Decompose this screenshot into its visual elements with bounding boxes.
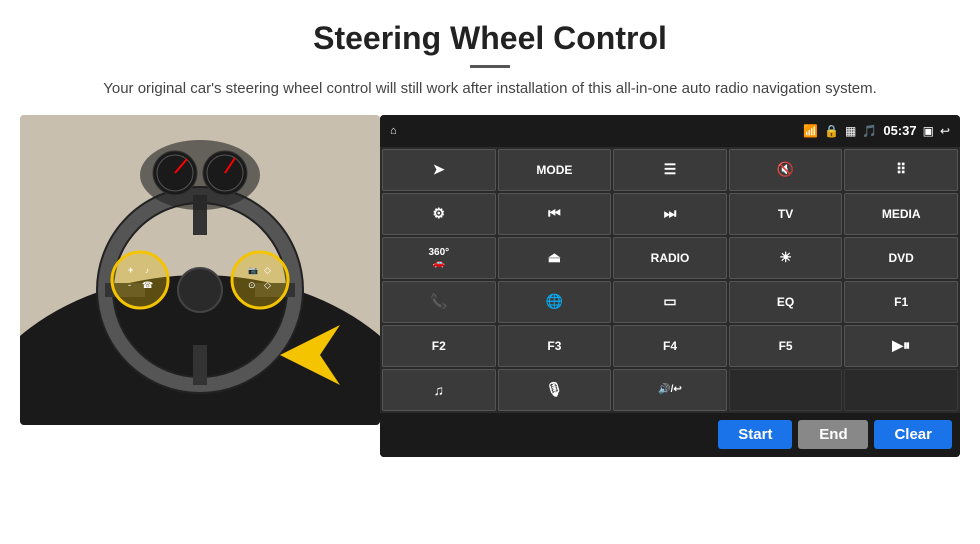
end-button[interactable]: End <box>798 420 868 449</box>
car-image: + ♪ - ☎ 📷 ◇ ⊙ ◇ <box>20 115 380 425</box>
status-left: ⌂ <box>390 125 397 137</box>
svg-text:☎: ☎ <box>142 280 153 290</box>
btn-browser[interactable]: 🌐 <box>498 281 612 323</box>
sim-icon: ▦ <box>845 124 856 138</box>
btn-navigate[interactable]: ➤ <box>382 149 496 191</box>
wifi-icon: 📶 <box>803 124 818 138</box>
btn-f3[interactable]: F3 <box>498 325 612 367</box>
btn-apps[interactable]: ⠿ <box>844 149 958 191</box>
radio-panel: ⌂ 📶 🔒 ▦ 🎵 05:37 ▣ ↩ ➤ MODE ☰ 🔇 ⠿ ⚙ ⏮ ⏭ <box>380 115 960 457</box>
btn-f5[interactable]: F5 <box>729 325 843 367</box>
btn-eject[interactable]: ⏏ <box>498 237 612 279</box>
btn-screen[interactable]: ▭ <box>613 281 727 323</box>
btn-empty1 <box>729 369 843 411</box>
svg-text:+: + <box>128 265 133 275</box>
back-icon: ↩ <box>940 124 950 138</box>
status-right: 📶 🔒 ▦ 🎵 05:37 ▣ ↩ <box>803 123 950 138</box>
btn-list[interactable]: ☰ <box>613 149 727 191</box>
svg-text:◇: ◇ <box>264 265 271 275</box>
btn-media[interactable]: MEDIA <box>844 193 958 235</box>
svg-text:📷: 📷 <box>248 266 258 275</box>
title-divider <box>470 65 510 68</box>
btn-mic[interactable]: 🎙 <box>498 369 612 411</box>
svg-text:◇: ◇ <box>264 280 271 290</box>
status-time: 05:37 <box>883 123 916 138</box>
btn-f4[interactable]: F4 <box>613 325 727 367</box>
btn-radio[interactable]: RADIO <box>613 237 727 279</box>
btn-empty2 <box>844 369 958 411</box>
svg-text:-: - <box>128 280 131 290</box>
clear-button[interactable]: Clear <box>874 420 952 449</box>
btn-music[interactable]: ♫ <box>382 369 496 411</box>
svg-text:⊙: ⊙ <box>248 280 256 290</box>
page-title: Steering Wheel Control <box>0 0 980 57</box>
content-area: + ♪ - ☎ 📷 ◇ ⊙ ◇ ⌂ <box>20 115 960 457</box>
status-bar: ⌂ 📶 🔒 ▦ 🎵 05:37 ▣ ↩ <box>380 115 960 147</box>
btn-mode[interactable]: MODE <box>498 149 612 191</box>
btn-settings[interactable]: ⚙ <box>382 193 496 235</box>
bottom-bar: Start End Clear <box>380 413 960 457</box>
bluetooth-icon: 🎵 <box>862 124 877 138</box>
button-grid: ➤ MODE ☰ 🔇 ⠿ ⚙ ⏮ ⏭ TV MEDIA 360°🚗 ⏏ RADI… <box>380 147 960 413</box>
btn-tv[interactable]: TV <box>729 193 843 235</box>
btn-brightness[interactable]: ☀ <box>729 237 843 279</box>
btn-phone[interactable]: 📞 <box>382 281 496 323</box>
screen-icon: ▣ <box>923 124 934 138</box>
svg-text:♪: ♪ <box>145 266 149 275</box>
btn-eq[interactable]: EQ <box>729 281 843 323</box>
btn-f2[interactable]: F2 <box>382 325 496 367</box>
btn-playpause[interactable]: ▶⏸ <box>844 325 958 367</box>
btn-vol-call[interactable]: 🔊/↩ <box>613 369 727 411</box>
btn-360[interactable]: 360°🚗 <box>382 237 496 279</box>
btn-f1[interactable]: F1 <box>844 281 958 323</box>
subtitle: Your original car's steering wheel contr… <box>0 78 980 115</box>
lock-icon: 🔒 <box>824 124 839 138</box>
btn-prev[interactable]: ⏮ <box>498 193 612 235</box>
start-button[interactable]: Start <box>718 420 792 449</box>
btn-mute[interactable]: 🔇 <box>729 149 843 191</box>
btn-next[interactable]: ⏭ <box>613 193 727 235</box>
btn-dvd[interactable]: DVD <box>844 237 958 279</box>
home-icon: ⌂ <box>390 125 397 137</box>
